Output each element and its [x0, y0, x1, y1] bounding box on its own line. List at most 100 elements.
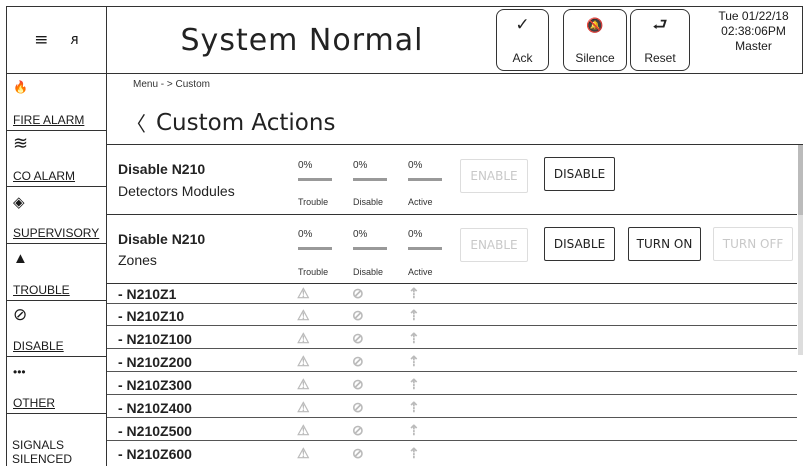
- trouble-icon: ⚠: [297, 376, 310, 392]
- nav-co-alarm[interactable]: ≋ CO ALARM: [6, 131, 107, 187]
- nav-trouble[interactable]: ▲ TROUBLE: [6, 244, 107, 301]
- more-icon: •••: [13, 365, 26, 379]
- page-header: 〈 Custom Actions: [126, 108, 335, 137]
- nav-label: DISABLE: [13, 339, 64, 353]
- nav-disable[interactable]: ⊘ DISABLE: [6, 301, 107, 357]
- active-arrow-icon: ⇡: [408, 399, 420, 415]
- back-chevron-icon[interactable]: 〈: [126, 108, 146, 137]
- zone-row[interactable]: - N210Z200 ⚠ ⊘ ⇡: [107, 353, 797, 372]
- check-icon: ✓: [515, 15, 530, 34]
- active-percent: 0%: [408, 160, 423, 171]
- trouble-icon: ⚠: [297, 353, 310, 369]
- disable-button[interactable]: DISABLE: [544, 227, 615, 261]
- zone-row[interactable]: - N210Z300 ⚠ ⊘ ⇡: [107, 376, 797, 395]
- silence-button[interactable]: 🔕 Silence: [563, 9, 627, 71]
- turn-on-button[interactable]: TURN ON: [628, 227, 701, 261]
- active-caption: Active: [408, 267, 433, 277]
- zone-name: - N210Z10: [118, 308, 185, 324]
- zone-name: - N210Z1: [118, 286, 177, 302]
- datetime-panel: Tue 01/22/18 02:38:06PM Master: [705, 7, 802, 73]
- nav-label: SUPERVISORY: [13, 226, 100, 240]
- zone-row[interactable]: - N210Z100 ⚠ ⊘ ⇡: [107, 330, 797, 349]
- zone-row[interactable]: - N210Z1 ⚠ ⊘ ⇡: [107, 285, 797, 304]
- active-bar: [408, 178, 442, 181]
- enable-button[interactable]: ENABLE: [460, 159, 528, 193]
- group-subtitle: Detectors Modules: [118, 183, 235, 199]
- active-bar: [408, 247, 442, 250]
- role-text: Master: [735, 39, 772, 53]
- disable-icon: ⊘: [352, 445, 364, 461]
- disable-icon: ⊘: [352, 376, 364, 392]
- active-arrow-icon: ⇡: [408, 445, 420, 461]
- nav-supervisory[interactable]: ◈ SUPERVISORY: [6, 187, 107, 244]
- date-text: Tue 01/22/18: [718, 9, 789, 23]
- active-arrow-icon: ⇡: [408, 285, 420, 301]
- page-title: Custom Actions: [156, 109, 336, 136]
- disable-percent: 0%: [353, 160, 368, 171]
- flame-icon: 🔥: [13, 80, 28, 94]
- trouble-percent: 0%: [298, 160, 313, 171]
- active-arrow-icon: ⇡: [408, 307, 420, 323]
- disable-caption: Disable: [353, 267, 384, 277]
- nav-label: OTHER: [13, 396, 55, 410]
- disable-icon: ⊘: [352, 307, 364, 323]
- trouble-icon: ⚠: [297, 307, 310, 323]
- divider: [107, 283, 797, 284]
- active-caption: Active: [408, 197, 433, 207]
- nav-label: FIRE ALARM: [13, 113, 85, 127]
- active-percent: 0%: [408, 229, 423, 240]
- scrollbar-thumb[interactable]: [798, 145, 803, 215]
- zone-row[interactable]: - N210Z400 ⚠ ⊘ ⇡: [107, 399, 797, 418]
- group-subtitle: Zones: [118, 252, 157, 268]
- menu-icon[interactable]: ≡: [34, 30, 48, 50]
- signals-silenced: SIGNALS SILENCED: [6, 414, 107, 466]
- disable-bar: [353, 178, 387, 181]
- group-title: Disable N210: [118, 231, 206, 247]
- trouble-icon: ⚠: [297, 285, 310, 301]
- disable-icon: ⊘: [352, 330, 364, 346]
- trouble-percent: 0%: [298, 229, 313, 240]
- zone-row[interactable]: - N210Z500 ⚠ ⊘ ⇡: [107, 422, 797, 441]
- active-arrow-icon: ⇡: [408, 330, 420, 346]
- disable-button[interactable]: DISABLE: [544, 157, 615, 191]
- disable-icon: ⊘: [352, 353, 364, 369]
- nav-label: CO ALARM: [13, 169, 76, 183]
- trouble-icon: ⚠: [297, 399, 310, 415]
- trouble-bar: [298, 178, 332, 181]
- ack-button[interactable]: ✓ Ack: [496, 9, 549, 71]
- active-arrow-icon: ⇡: [408, 422, 420, 438]
- turn-off-button[interactable]: TURN OFF: [713, 227, 793, 261]
- trouble-caption: Trouble: [298, 197, 329, 207]
- active-arrow-icon: ⇡: [408, 376, 420, 392]
- reset-label: Reset: [644, 51, 676, 65]
- disable-icon: ⊘: [352, 422, 364, 438]
- zone-row[interactable]: - N210Z10 ⚠ ⊘ ⇡: [107, 307, 797, 326]
- menu-cell: ≡ ᴙ: [7, 7, 107, 73]
- zone-name: - N210Z300: [118, 377, 192, 393]
- enable-button[interactable]: ENABLE: [460, 228, 528, 262]
- trouble-caption: Trouble: [298, 267, 329, 277]
- reset-button[interactable]: ⮐ Reset: [630, 9, 690, 71]
- group-title: Disable N210: [118, 161, 206, 177]
- bell-slash-icon: 🔕: [586, 17, 604, 33]
- trouble-icon: ⚠: [297, 330, 310, 346]
- nav-label: TROUBLE: [13, 283, 70, 297]
- time-text: 02:38:06PM: [721, 24, 786, 38]
- disable-icon: ⊘: [13, 305, 28, 324]
- user-icon[interactable]: ᴙ: [70, 32, 78, 48]
- trouble-icon: ⚠: [297, 445, 310, 461]
- waves-icon: ≋: [13, 133, 29, 153]
- disable-percent: 0%: [353, 229, 368, 240]
- disable-icon: ⊘: [352, 399, 364, 415]
- disable-bar: [353, 247, 387, 250]
- ack-label: Ack: [512, 51, 533, 65]
- silence-label: Silence: [575, 51, 615, 65]
- zone-row[interactable]: - N210Z600 ⚠ ⊘ ⇡: [107, 445, 797, 464]
- disable-icon: ⊘: [352, 285, 364, 301]
- nav-fire-alarm[interactable]: 🔥 FIRE ALARM: [6, 74, 107, 131]
- nav-other[interactable]: ••• OTHER: [6, 357, 107, 414]
- zone-name: - N210Z200: [118, 354, 192, 370]
- signals-silenced-label: SIGNALS SILENCED: [12, 438, 73, 466]
- zone-name: - N210Z600: [118, 446, 192, 462]
- system-status: System Normal: [180, 22, 424, 58]
